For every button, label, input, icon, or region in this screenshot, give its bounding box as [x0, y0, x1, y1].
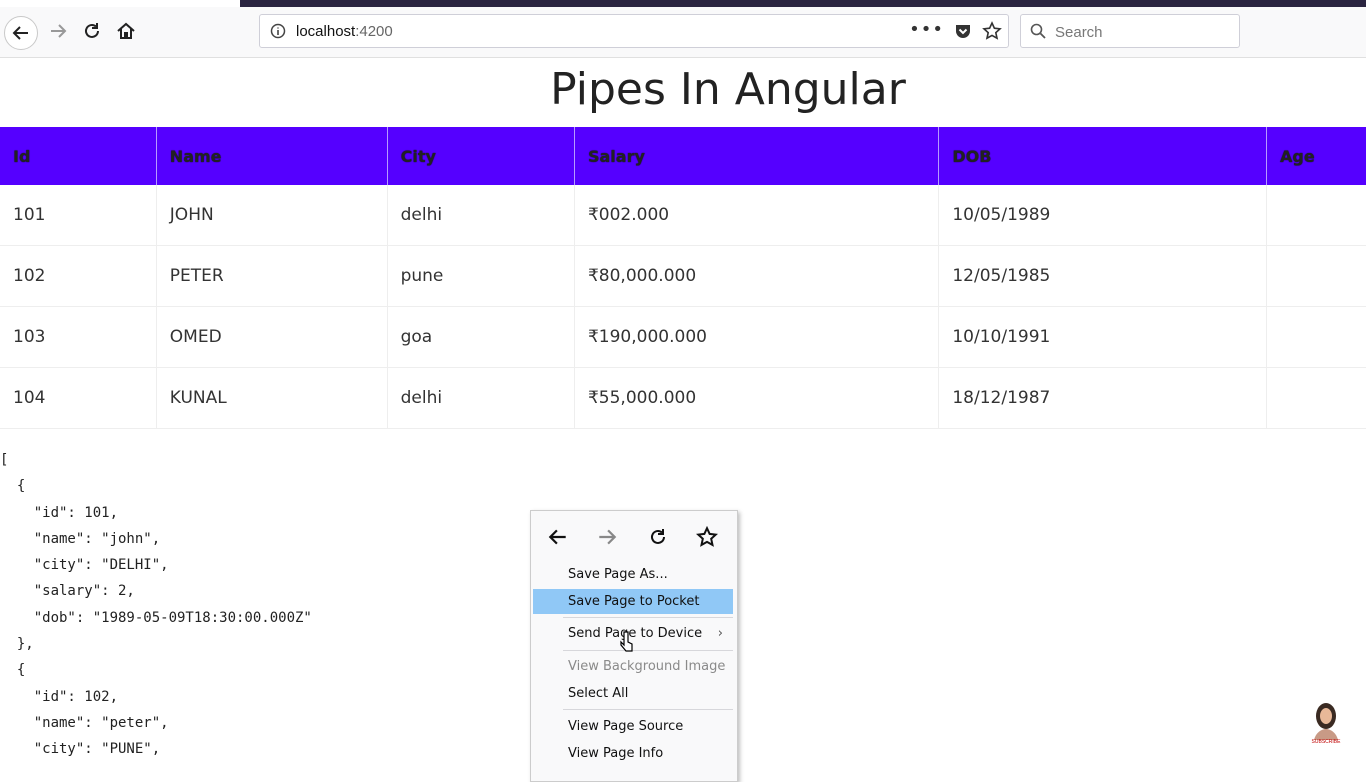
info-icon[interactable] [270, 23, 286, 43]
cell-age [1266, 185, 1366, 246]
menu-item-view-background-image: View Background Image [568, 659, 726, 674]
column-header-dob: DOB [938, 127, 1268, 185]
back-icon [548, 529, 566, 545]
context-reload-button[interactable] [646, 525, 670, 549]
cell-age [1266, 367, 1366, 429]
url-host: localhost [296, 23, 356, 40]
menu-item-save-page-as[interactable]: Save Page As... [533, 562, 733, 587]
context-menu-nav-row [531, 511, 737, 561]
column-header-name: Name [156, 127, 388, 185]
cell-salary: ₹002.000 [574, 185, 940, 246]
menu-item-view-page-info[interactable]: View Page Info [533, 741, 733, 766]
star-icon [696, 526, 718, 547]
cell-city: delhi [387, 185, 575, 246]
page-title: Pipes In Angular [550, 64, 906, 115]
cell-name: OMED [156, 306, 388, 368]
table-row: 102 PETER pune ₹80,000.000 12/05/1985 [0, 245, 1366, 307]
forward-button[interactable] [42, 15, 74, 47]
home-button[interactable] [110, 15, 142, 47]
cell-name: JOHN [156, 185, 388, 246]
forward-icon [599, 529, 617, 545]
menu-item-select-all[interactable]: Select All [533, 681, 733, 706]
cell-city: goa [387, 306, 575, 368]
cell-age [1266, 306, 1366, 368]
back-button[interactable] [4, 16, 38, 50]
cell-city: delhi [387, 367, 575, 429]
menu-separator [563, 617, 733, 618]
table-row: 101 JOHN delhi ₹002.000 10/05/1989 [0, 185, 1366, 246]
search-icon [1030, 23, 1046, 43]
cell-salary: ₹190,000.000 [574, 306, 940, 368]
page-actions-button[interactable]: ••• [909, 19, 944, 40]
home-icon [117, 22, 135, 39]
reload-button[interactable] [76, 15, 108, 47]
star-icon[interactable] [982, 21, 1002, 45]
forward-icon [51, 24, 67, 38]
column-header-city: City [387, 127, 575, 185]
json-output: [ { "id": 101, "name": "john", "city": "… [0, 452, 312, 758]
menu-separator [563, 709, 733, 710]
browser-toolbar: localhost:4200 ••• Search [0, 7, 1366, 58]
search-bar[interactable]: Search [1020, 14, 1240, 48]
mouse-cursor-icon [620, 631, 633, 652]
cell-id: 101 [0, 185, 157, 246]
menu-item-save-to-pocket[interactable]: Save Page to Pocket [533, 589, 733, 614]
cell-dob: 18/12/1987 [938, 367, 1268, 429]
url-text: localhost:4200 [296, 23, 393, 40]
svg-text:SUBSCRIBE: SUBSCRIBE [1312, 739, 1342, 744]
url-bar[interactable]: localhost:4200 ••• [259, 14, 1009, 48]
cell-city: pune [387, 245, 575, 307]
cell-id: 103 [0, 306, 157, 368]
column-header-salary: Salary [574, 127, 940, 185]
reload-icon [651, 529, 665, 544]
menu-item-view-page-source[interactable]: View Page Source [533, 714, 733, 739]
cell-name: PETER [156, 245, 388, 307]
table-header-row: Id Name City Salary DOB Age [0, 127, 1366, 185]
cell-id: 102 [0, 245, 157, 307]
url-port: :4200 [355, 23, 393, 40]
cell-dob: 10/10/1991 [938, 306, 1268, 368]
back-icon [12, 26, 28, 40]
table-row: 103 OMED goa ₹190,000.000 10/10/1991 [0, 306, 1366, 368]
column-header-age: Age [1266, 127, 1366, 185]
context-forward-button[interactable] [595, 525, 619, 549]
column-header-id: Id [0, 127, 157, 185]
window-top-strip [240, 0, 1366, 7]
cell-salary: ₹80,000.000 [574, 245, 940, 307]
table-row: 104 KUNAL delhi ₹55,000.000 18/12/1987 [0, 367, 1366, 429]
cell-dob: 12/05/1985 [938, 245, 1268, 307]
context-bookmark-button[interactable] [695, 525, 719, 549]
menu-item-label: Send Page to Device [568, 626, 703, 641]
cell-dob: 10/05/1989 [938, 185, 1268, 246]
cell-age [1266, 245, 1366, 307]
cell-id: 104 [0, 367, 157, 429]
cell-name: KUNAL [156, 367, 388, 429]
cell-salary: ₹55,000.000 [574, 367, 940, 429]
employee-table: Id Name City Salary DOB Age 101 JOHN del… [0, 127, 1366, 429]
chevron-right-icon: › [717, 626, 723, 641]
context-back-button[interactable] [546, 525, 570, 549]
pocket-icon[interactable] [954, 22, 972, 44]
search-input[interactable]: Search [1055, 24, 1103, 41]
menu-separator [563, 650, 733, 651]
reload-icon [85, 23, 99, 38]
subscribe-avatar-logo: SUBSCRIBE [1306, 700, 1346, 745]
